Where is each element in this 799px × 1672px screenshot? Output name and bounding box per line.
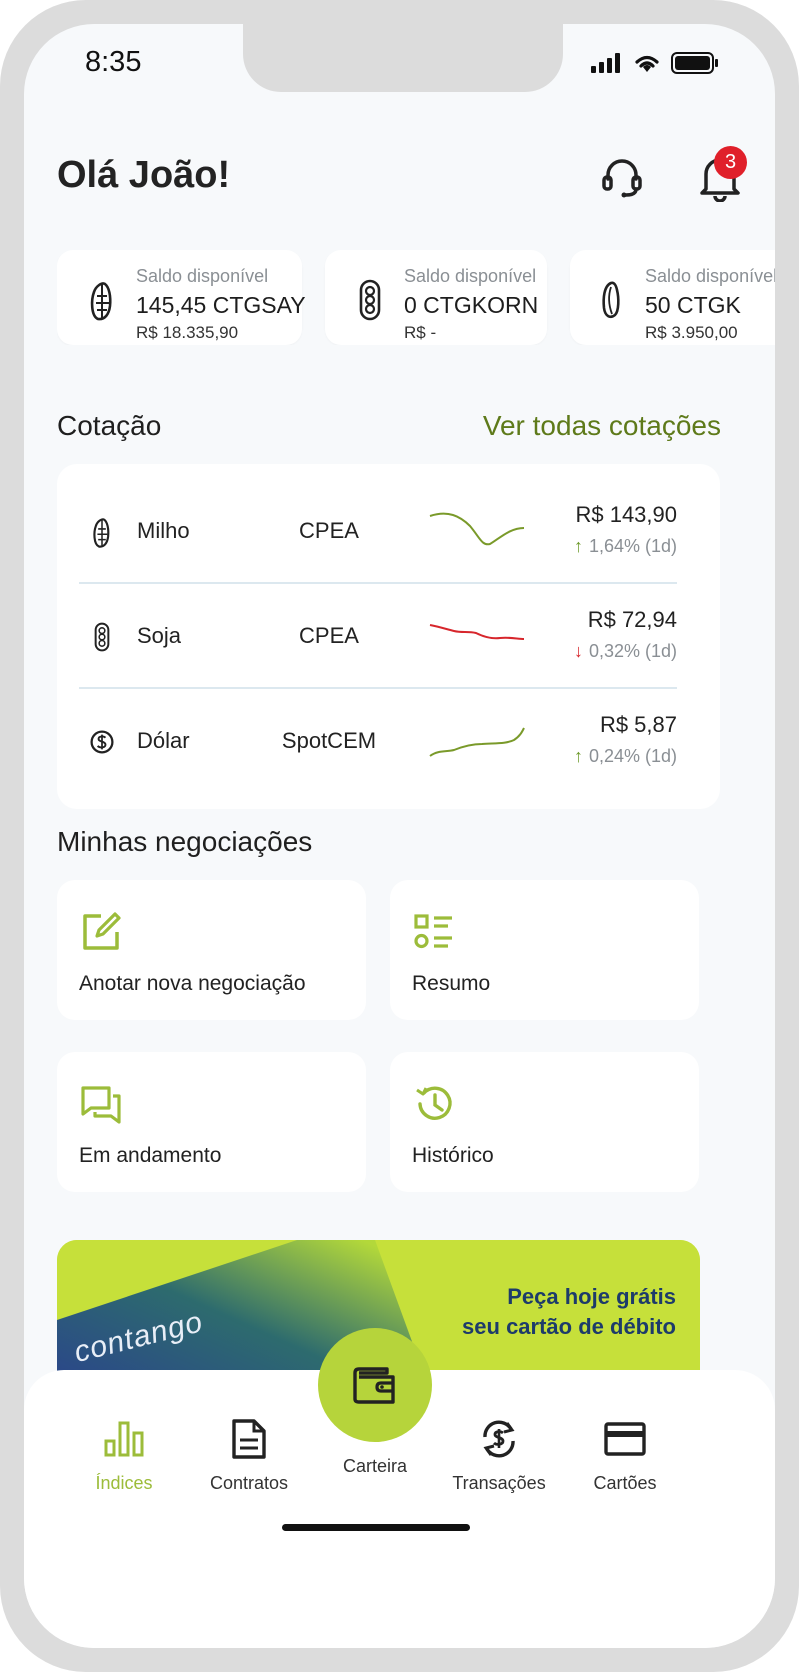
quote-change: ↓ 0,32% (1d) — [574, 641, 677, 662]
quotes-section-title: Cotação — [57, 410, 162, 441]
wallet-fab-button[interactable] — [318, 1328, 432, 1442]
quote-change-value: 0,24% (1d) — [588, 746, 677, 766]
nav-item-contratos[interactable]: Contratos — [194, 1415, 304, 1494]
nav-item-cartoes[interactable]: Cartões — [570, 1415, 680, 1494]
status-icons — [591, 51, 719, 75]
promo-line-1: Peça hoje grátis — [507, 1284, 676, 1309]
quote-name: Milho — [137, 518, 190, 543]
new-negotiation-tile[interactable]: Anotar nova negociação — [57, 880, 366, 1020]
promo-text: Peça hoje grátis seu cartão de débito — [462, 1282, 676, 1342]
sparkline-chart — [429, 624, 525, 640]
nav-item-indices[interactable]: Índices — [69, 1415, 179, 1494]
arrow-up-icon: ↑ — [573, 536, 583, 556]
balance-card[interactable]: Saldo disponível 50 CTGK R$ 3.950,00 — [570, 250, 775, 345]
quote-change-value: 0,32% (1d) — [588, 641, 677, 661]
quote-change: ↑ 0,24% (1d) — [574, 746, 677, 767]
soy-icon — [89, 615, 115, 659]
tile-label: Anotar nova negociação — [79, 972, 306, 995]
corn-icon — [90, 282, 112, 321]
status-time: 8:35 — [85, 46, 142, 78]
balance-amount: 145,45 CTGSAY — [136, 292, 306, 318]
corn-icon — [89, 510, 115, 554]
dollar-icon — [89, 720, 115, 764]
balance-fiat: R$ 18.335,90 — [136, 323, 239, 342]
device-notch — [243, 24, 563, 92]
arrow-down-icon: ↓ — [573, 641, 583, 661]
signal-icon — [591, 53, 620, 73]
nav-label-carteira[interactable]: Carteira — [318, 1456, 432, 1477]
chart-bars-icon — [69, 1415, 179, 1463]
row-divider — [79, 582, 677, 584]
support-button[interactable] — [594, 149, 650, 205]
sparkline-chart — [429, 727, 525, 757]
quote-market: CPEA — [299, 518, 359, 543]
quote-row-milho[interactable]: Milho CPEA R$ 143,90 ↑ 1,64% (1d) — [79, 480, 677, 584]
row-divider — [79, 687, 677, 689]
quote-market: SpotCEM — [281, 728, 377, 753]
balance-card[interactable]: Saldo disponível 0 CTGKORN R$ - — [325, 250, 547, 345]
card-icon — [570, 1415, 680, 1463]
quotes-card: Milho CPEA R$ 143,90 ↑ 1,64% (1d) Soja C… — [57, 464, 720, 809]
tile-label: Histórico — [412, 1144, 494, 1167]
nav-label: Transações — [452, 1473, 546, 1493]
in-progress-tile[interactable]: Em andamento — [57, 1052, 366, 1192]
list-icon — [414, 914, 452, 949]
summary-tile[interactable]: Resumo — [390, 880, 699, 1020]
edit-icon — [83, 912, 121, 950]
quote-market: CPEA — [299, 623, 359, 648]
quote-change: ↑ 1,64% (1d) — [574, 536, 677, 557]
balance-fiat: R$ 3.950,00 — [645, 323, 738, 342]
app-screen: 8:35 Olá João! 3 Saldo disponível 145,45… — [24, 24, 775, 1648]
quote-price: R$ 5,87 — [599, 712, 677, 737]
quote-change-value: 1,64% (1d) — [588, 536, 677, 556]
history-icon — [416, 1086, 452, 1120]
quote-name: Dólar — [137, 728, 190, 753]
document-icon — [194, 1415, 304, 1463]
quote-row-dolar[interactable]: Dólar SpotCEM R$ 5,87 ↑ 0,24% (1d) — [79, 690, 677, 794]
nav-label: Índices — [95, 1473, 153, 1493]
quote-price: R$ 143,90 — [575, 502, 677, 527]
balance-card[interactable]: Saldo disponível 145,45 CTGSAY R$ 18.335… — [57, 250, 306, 345]
nav-label: Cartões — [593, 1473, 657, 1493]
bean-icon — [602, 281, 620, 319]
balance-label: Saldo disponível — [136, 266, 269, 286]
notification-badge: 3 — [714, 146, 747, 179]
history-tile[interactable]: Histórico — [390, 1052, 699, 1192]
soy-icon — [359, 279, 381, 321]
tile-label: Em andamento — [79, 1144, 222, 1167]
wallet-icon — [353, 1367, 395, 1404]
nav-item-transacoes[interactable]: Transações — [444, 1415, 554, 1494]
negotiations-section-title: Minhas negociações — [57, 826, 313, 857]
headset-icon — [602, 159, 642, 198]
balance-label: Saldo disponível — [645, 266, 775, 286]
balance-fiat: R$ - — [404, 323, 437, 342]
balance-amount: 50 CTGK — [645, 292, 741, 318]
sparkline-chart — [429, 512, 525, 546]
quote-row-soja[interactable]: Soja CPEA R$ 72,94 ↓ 0,32% (1d) — [79, 585, 677, 689]
balance-label: Saldo disponível — [404, 266, 537, 286]
balance-carousel[interactable]: Saldo disponível 145,45 CTGSAY R$ 18.335… — [57, 250, 775, 345]
nav-label: Contratos — [209, 1473, 289, 1493]
chat-icon — [81, 1086, 121, 1124]
see-all-quotes-link[interactable]: Ver todas cotações — [483, 410, 721, 442]
arrow-up-icon: ↑ — [573, 746, 583, 766]
promo-line-2: seu cartão de débito — [462, 1314, 676, 1339]
greeting-title: Olá João! — [57, 154, 231, 196]
exchange-icon — [444, 1415, 554, 1463]
wifi-icon — [635, 55, 659, 72]
battery-icon — [671, 52, 718, 74]
phone-frame: 8:35 Olá João! 3 Saldo disponível 145,45… — [0, 0, 799, 1672]
balance-amount: 0 CTGKORN — [404, 292, 539, 318]
quote-name: Soja — [137, 623, 182, 648]
home-indicator[interactable] — [282, 1524, 470, 1531]
quote-price: R$ 72,94 — [587, 607, 677, 632]
tile-label: Resumo — [412, 972, 491, 995]
